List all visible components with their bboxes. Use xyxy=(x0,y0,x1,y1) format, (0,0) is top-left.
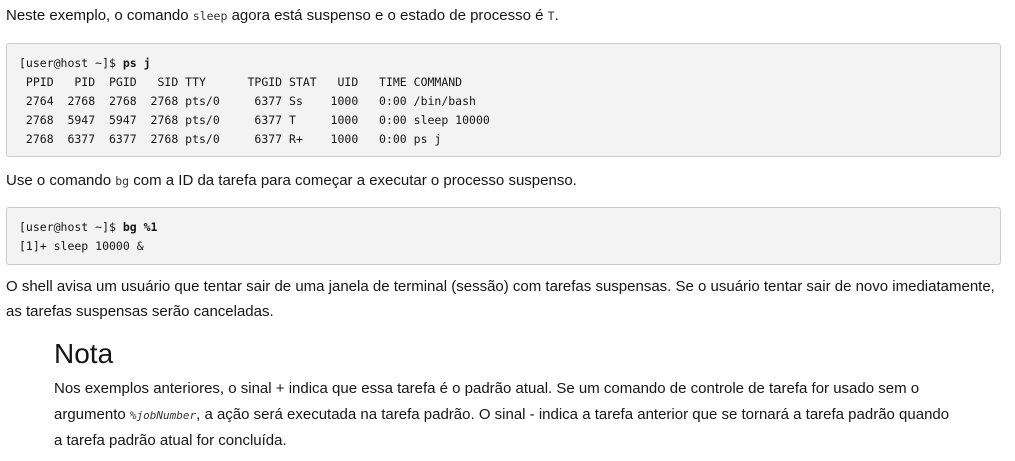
output-line: 2764 2768 2768 2768 pts/0 6377 Ss 1000 0… xyxy=(19,94,476,108)
note-admonition: Nota Nos exemplos anteriores, o sinal + … xyxy=(54,336,954,454)
text: . xyxy=(554,7,559,24)
command: bg %1 xyxy=(122,220,158,234)
text: Use o comando xyxy=(6,172,116,189)
command: ps j xyxy=(122,56,151,70)
code-block-bg: [user@host ~]$ bg %1 [1]+ sleep 10000 & xyxy=(6,207,1001,265)
inline-code: %jobNumber xyxy=(129,408,197,422)
inline-code: T xyxy=(547,9,555,23)
inline-code: sleep xyxy=(192,9,228,23)
prompt: [user@host ~]$ xyxy=(19,220,123,234)
prompt-line: [user@host ~]$ bg %1 xyxy=(19,218,988,237)
prompt: [user@host ~]$ xyxy=(19,56,123,70)
bg-paragraph: Use o comando bg com a ID da tarefa para… xyxy=(6,168,577,194)
inline-code: bg xyxy=(115,174,130,188)
code-block-ps: [user@host ~]$ ps j PPID PID PGID SID TT… xyxy=(6,43,1001,157)
prompt-line: [user@host ~]$ ps j xyxy=(19,54,988,73)
text: com a ID da tarefa para começar a execut… xyxy=(129,172,577,189)
output-line: PPID PID PGID SID TTY TPGID STAT UID TIM… xyxy=(19,75,463,89)
output-line: 2768 6377 6377 2768 pts/0 6377 R+ 1000 0… xyxy=(19,132,442,146)
output-line: [1]+ sleep 10000 & xyxy=(19,239,144,253)
text: agora está suspenso e o estado de proces… xyxy=(227,7,548,24)
output-line: 2768 5947 5947 2768 pts/0 6377 T 1000 0:… xyxy=(19,113,490,127)
shell-warning-paragraph: O shell avisa um usuário que tentar sair… xyxy=(6,278,995,320)
text: Neste exemplo, o comando xyxy=(6,7,193,24)
note-text: Nos exemplos anteriores, o sinal + indic… xyxy=(54,376,954,454)
note-title: Nota xyxy=(54,338,114,369)
intro-paragraph: Neste exemplo, o comando sleep agora est… xyxy=(6,3,559,29)
